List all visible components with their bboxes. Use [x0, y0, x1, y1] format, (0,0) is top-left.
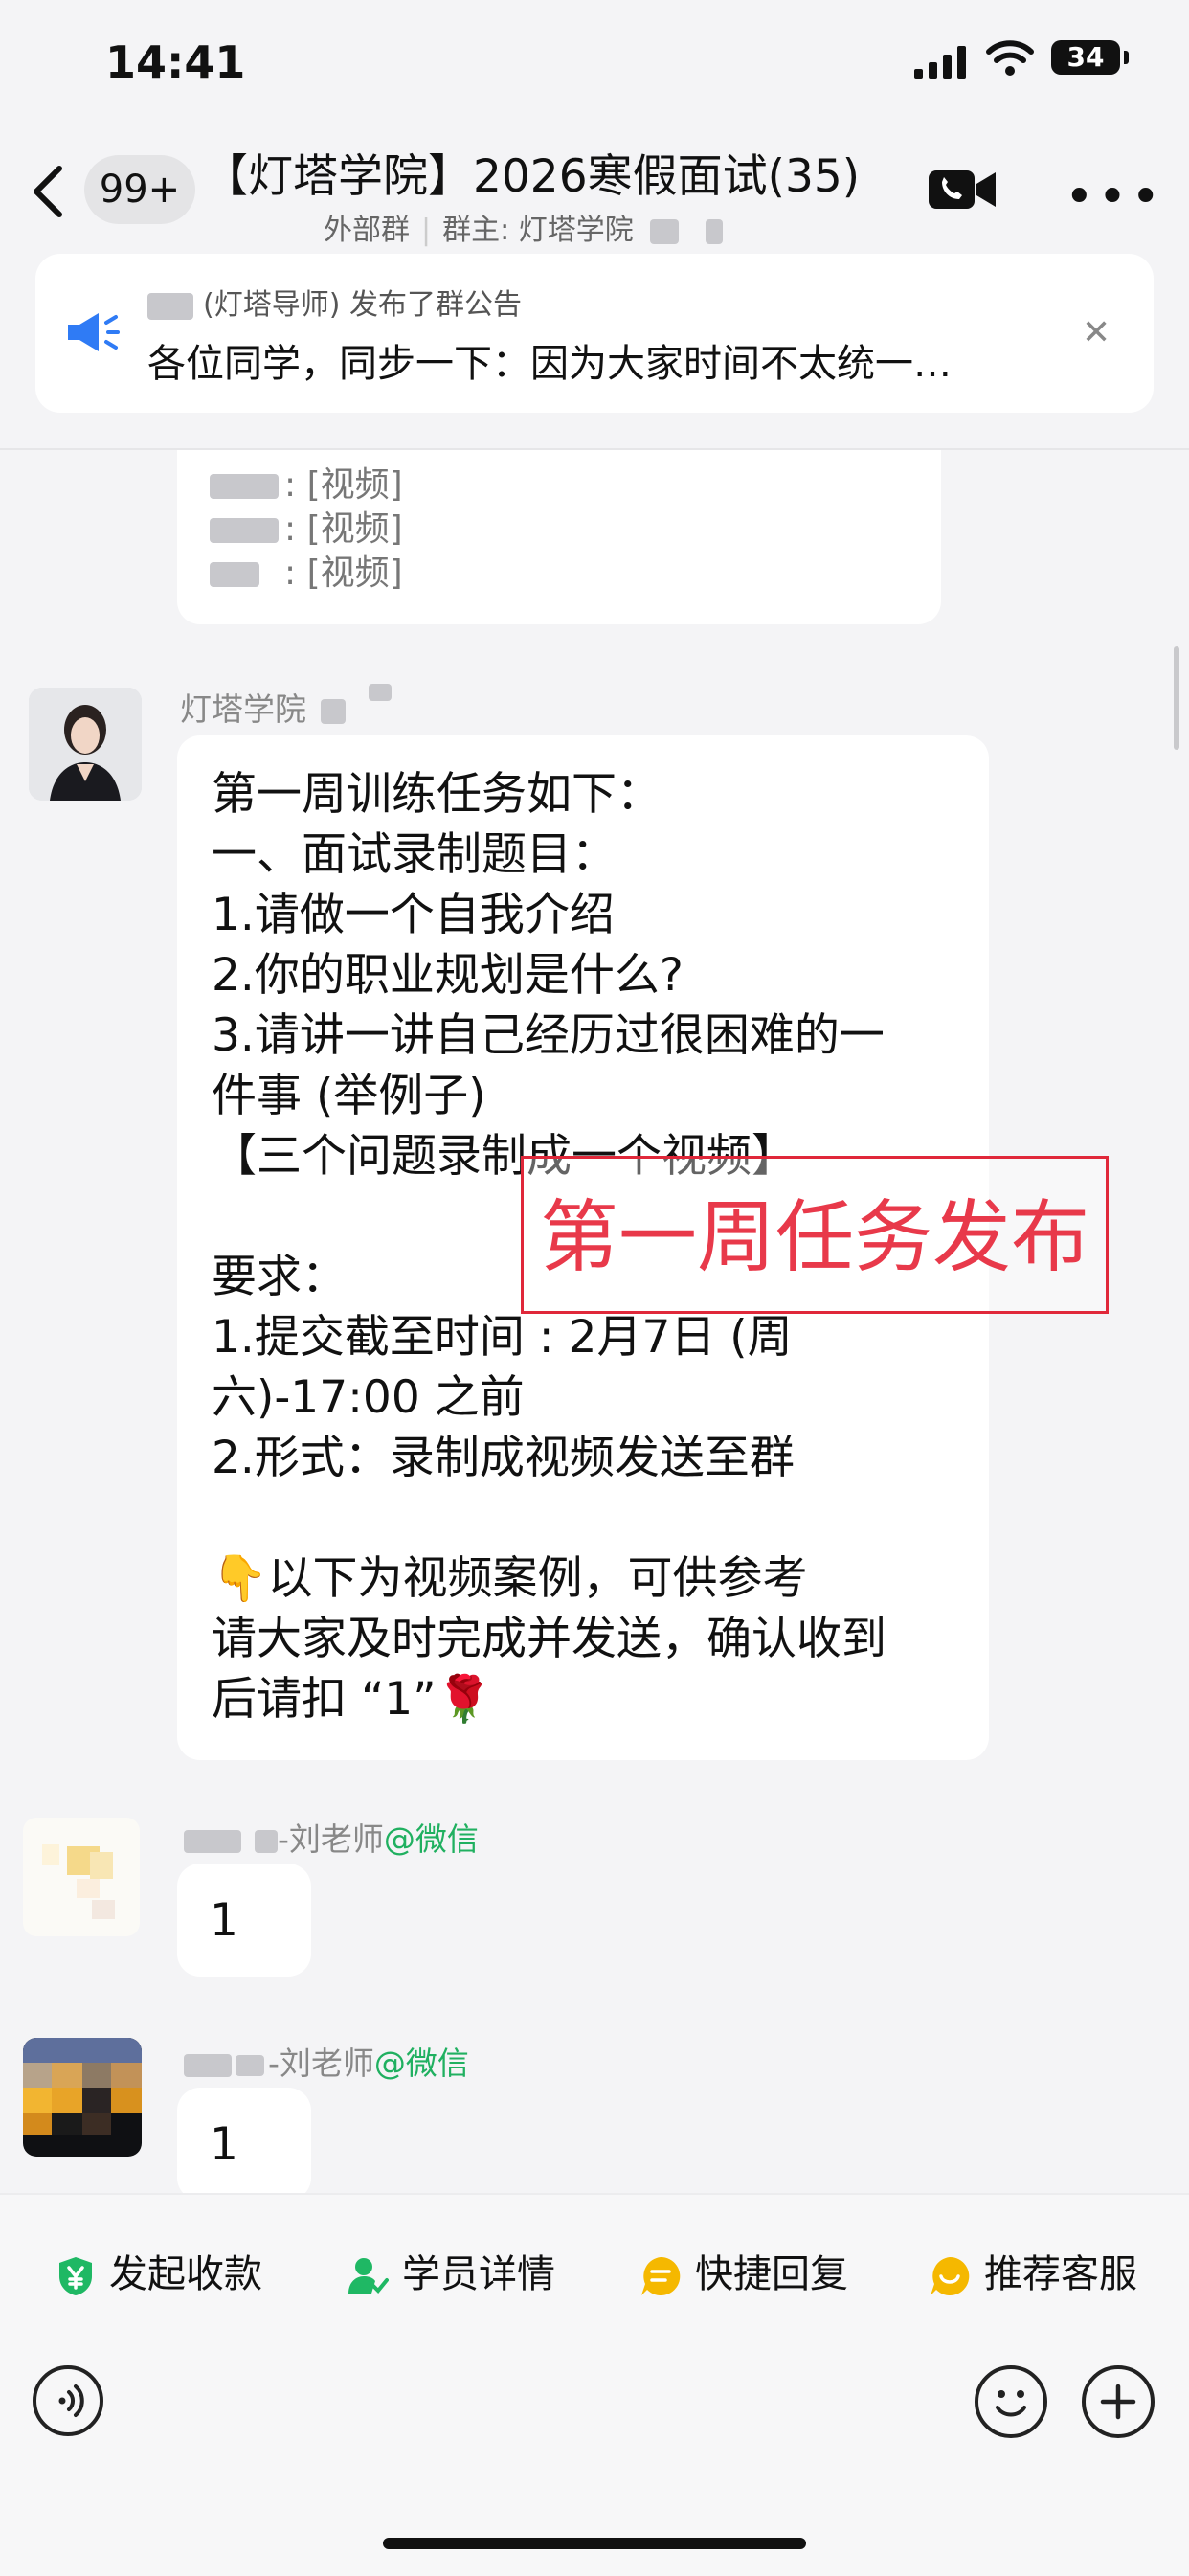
video-list: : [视频] : [视频] : [视频] [210, 463, 403, 596]
annotation-label: 第一周任务发布 [521, 1156, 1109, 1314]
avatar[interactable] [23, 1818, 140, 1936]
message-text: 1 [210, 2118, 238, 2171]
announcement-text: 各位同学，同步一下：因为大家时间不太统一… [147, 342, 952, 386]
message-text: 1 [210, 1894, 238, 1947]
chat-bubble-icon [641, 2256, 681, 2295]
bottom-toolbar: 发起收款 学员详情 快捷回复 推荐客服 [0, 2193, 1189, 2576]
quick-reply-button[interactable]: 快捷回复 [639, 2243, 848, 2298]
group-owner: 群主: 灯塔学院 [442, 214, 634, 247]
list-item: : [视频] [210, 508, 403, 552]
sender-name: -刘老师@微信 [184, 2038, 469, 2084]
video-list-message[interactable]: : [视频] : [视频] : [视频] [177, 450, 941, 624]
chat-title[interactable]: 【灯塔学院】2026寒假面试(35) [203, 139, 860, 205]
chat-subtitle: 外部群 | 群主: 灯塔学院 [324, 206, 723, 248]
close-icon[interactable]: ✕ [1082, 313, 1110, 352]
battery-icon: 34 [1051, 40, 1129, 75]
message-bubble[interactable]: 1 [177, 2088, 311, 2201]
back-button[interactable] [31, 163, 65, 234]
chevron-left-icon [34, 166, 62, 217]
home-indicator[interactable] [383, 2538, 806, 2549]
blurred-avatar-icon [23, 1818, 140, 1936]
blurred-name [650, 218, 680, 244]
group-type: 外部群 [324, 214, 410, 247]
blurred-name [705, 218, 723, 244]
voice-icon [58, 2384, 84, 2417]
blurred-name [147, 292, 193, 320]
announcement-author: (灯塔导师) 发布了群公告 [147, 281, 522, 323]
list-item: : [视频] [210, 463, 403, 508]
shield-yen-icon [59, 2257, 92, 2295]
status-time: 14:41 [105, 36, 246, 88]
collect-payment-button[interactable]: 发起收款 [56, 2243, 262, 2298]
smiley-icon [996, 2390, 1026, 2417]
person-avatar-icon [29, 688, 142, 801]
list-item: : [视频] [210, 552, 403, 596]
emoji-button[interactable] [975, 2365, 1047, 2438]
recommend-service-button[interactable]: 推荐客服 [929, 2243, 1137, 2298]
signal-icon [914, 46, 966, 79]
user-check-icon [348, 2258, 389, 2294]
customer-service-icon [931, 2256, 970, 2295]
avatar[interactable] [23, 2038, 142, 2157]
video-call-icon[interactable] [929, 169, 998, 211]
group-announcement[interactable]: (灯塔导师) 发布了群公告 各位同学，同步一下：因为大家时间不太统一… ✕ [35, 254, 1154, 413]
sender-name: 灯塔学院 [180, 684, 392, 730]
plus-icon [1100, 2384, 1136, 2420]
wifi-icon [986, 40, 1034, 76]
blurred-avatar-icon [23, 2038, 142, 2157]
student-details-button[interactable]: 学员详情 [347, 2243, 555, 2298]
megaphone-icon [68, 313, 120, 351]
voice-input-button[interactable] [33, 2365, 103, 2436]
sender-name: -刘老师@微信 [184, 1814, 479, 1860]
scrollbar[interactable] [1174, 646, 1179, 750]
add-button[interactable] [1082, 2365, 1155, 2438]
avatar[interactable] [29, 688, 142, 801]
message-bubble[interactable]: 1 [177, 1864, 311, 1977]
unread-badge[interactable]: 99+ [84, 155, 195, 224]
more-options-icon[interactable]: ••• [1065, 169, 1164, 226]
